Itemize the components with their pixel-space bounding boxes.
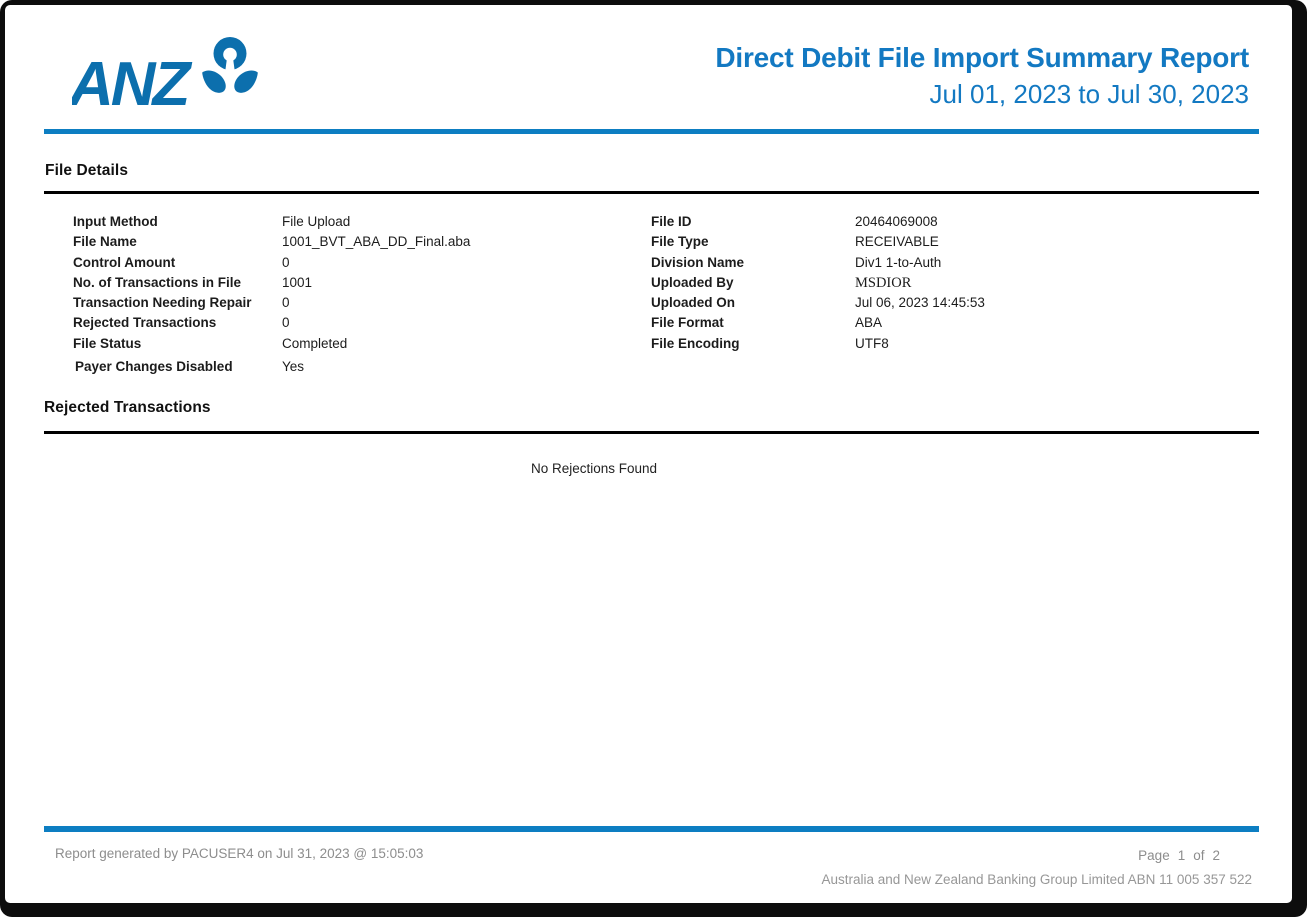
detail-row: File Type RECEIVABLE	[651, 234, 1259, 254]
page-label: Page	[1138, 848, 1170, 863]
detail-row: Uploaded On Jul 06, 2023 14:45:53	[651, 295, 1259, 315]
report-generated-text: Report generated by PACUSER4 on Jul 31, …	[55, 846, 423, 861]
detail-value: Yes	[282, 359, 651, 374]
rejected-transactions-heading: Rejected Transactions	[44, 399, 211, 417]
detail-row: No. of Transactions in File 1001	[44, 275, 651, 295]
detail-value: Div1 1-to-Auth	[855, 255, 1259, 270]
detail-value: UTF8	[855, 336, 1259, 351]
detail-row: Input Method File Upload	[44, 214, 651, 234]
detail-label: No. of Transactions in File	[44, 275, 282, 290]
detail-row: Transaction Needing Repair 0	[44, 295, 651, 315]
detail-value: 1001_BVT_ABA_DD_Final.aba	[282, 234, 651, 249]
file-details-right-column: File ID 20464069008 File Type RECEIVABLE…	[651, 214, 1259, 379]
detail-row: File Name 1001_BVT_ABA_DD_Final.aba	[44, 234, 651, 254]
anz-wordmark: ANZ	[72, 50, 193, 119]
detail-value: Completed	[282, 336, 651, 351]
detail-value: RECEIVABLE	[855, 234, 1259, 249]
detail-value: 0	[282, 295, 651, 310]
page-number: 1	[1178, 848, 1186, 863]
detail-row: Uploaded By MSDIOR	[651, 275, 1259, 295]
detail-value: Jul 06, 2023 14:45:53	[855, 295, 1259, 310]
detail-label: Control Amount	[44, 255, 282, 270]
detail-label: File Name	[44, 234, 282, 249]
detail-label: Payer Changes Disabled	[44, 359, 282, 374]
detail-value: 0	[282, 255, 651, 270]
detail-row: Control Amount 0	[44, 255, 651, 275]
file-details-left-column: Input Method File Upload File Name 1001_…	[44, 214, 651, 379]
detail-value: ABA	[855, 315, 1259, 330]
detail-row: Payer Changes Disabled Yes	[44, 359, 651, 379]
total-pages: 2	[1212, 848, 1220, 863]
footer-divider	[44, 826, 1259, 832]
detail-row: Division Name Div1 1-to-Auth	[651, 255, 1259, 275]
no-rejections-message: No Rejections Found	[44, 461, 1144, 476]
rejected-transactions-divider	[44, 431, 1259, 434]
detail-label: Transaction Needing Repair	[44, 295, 282, 310]
detail-label: Uploaded By	[651, 275, 855, 290]
detail-value: File Upload	[282, 214, 651, 229]
detail-label: Input Method	[44, 214, 282, 229]
detail-label: Rejected Transactions	[44, 315, 282, 330]
page-title: Direct Debit File Import Summary Report	[715, 42, 1249, 74]
detail-row: File ID 20464069008	[651, 214, 1259, 234]
page-indicator: Page 1 of 2	[1138, 848, 1220, 863]
report-header: Direct Debit File Import Summary Report …	[715, 42, 1249, 110]
detail-value: MSDIOR	[855, 275, 1259, 292]
detail-value: 20464069008	[855, 214, 1259, 229]
anz-lotus-icon	[202, 37, 258, 93]
detail-row: File Encoding UTF8	[651, 336, 1259, 356]
file-details-divider	[44, 191, 1259, 194]
of-label: of	[1193, 848, 1204, 863]
header-divider	[44, 129, 1259, 134]
file-details-heading: File Details	[45, 162, 128, 180]
report-content: ANZ Direct Debit File Import Summary Rep…	[0, 0, 1307, 917]
detail-label: File Format	[651, 315, 855, 330]
anz-logo: ANZ	[72, 36, 262, 132]
detail-label: File Type	[651, 234, 855, 249]
detail-row: File Format ABA	[651, 315, 1259, 335]
detail-label: File Status	[44, 336, 282, 351]
detail-row: File Status Completed	[44, 336, 651, 356]
report-date-range: Jul 01, 2023 to Jul 30, 2023	[715, 79, 1249, 110]
detail-label: File ID	[651, 214, 855, 229]
detail-label: Division Name	[651, 255, 855, 270]
detail-value: 1001	[282, 275, 651, 290]
file-details-table: Input Method File Upload File Name 1001_…	[44, 214, 1259, 379]
report-page: ANZ Direct Debit File Import Summary Rep…	[0, 0, 1307, 917]
detail-value: 0	[282, 315, 651, 330]
company-abn-text: Australia and New Zealand Banking Group …	[821, 872, 1252, 887]
detail-row: Rejected Transactions 0	[44, 315, 651, 335]
detail-label: File Encoding	[651, 336, 855, 351]
detail-label: Uploaded On	[651, 295, 855, 310]
